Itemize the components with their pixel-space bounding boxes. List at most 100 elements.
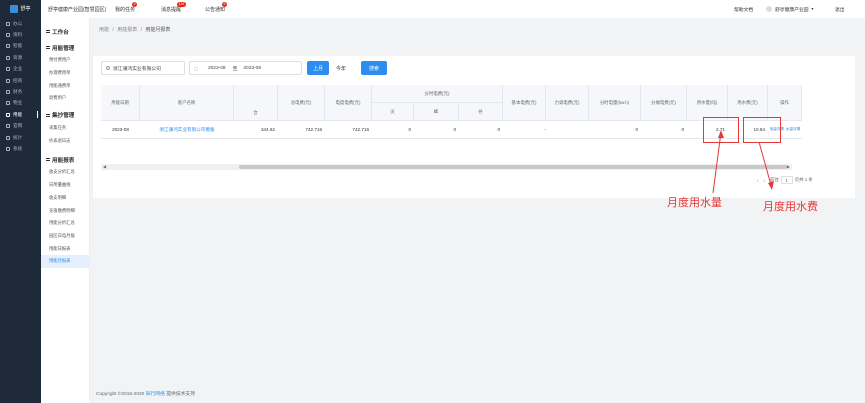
sub-nav-item[interactable]: 预付费用户 xyxy=(41,54,89,67)
main-sidebar: 舒亭 办公 资料 智能 资源 企业 招商 财务 物业 用能 官网 统计 系统 xyxy=(0,0,41,403)
logout-link[interactable]: 退出 xyxy=(835,0,845,18)
sub-nav-item[interactable]: 收支分析汇总 xyxy=(41,166,89,179)
date-end: 2023-08 xyxy=(243,65,261,71)
col-water-fee: 用水费(元) xyxy=(728,85,768,121)
avatar xyxy=(766,6,772,12)
side-nav-label: 用能 xyxy=(13,111,23,117)
scroll-right-icon[interactable]: ▶ xyxy=(787,164,790,169)
breadcrumb-item[interactable]: 用能报表 xyxy=(117,27,137,33)
help-link[interactable]: 帮助文档 xyxy=(734,0,753,18)
cell-customer-link[interactable]: 浙江谦鸿实业有限公司擦备 xyxy=(140,121,234,139)
this-year-button[interactable]: 今年 xyxy=(336,61,346,75)
menu-icon xyxy=(46,158,50,162)
col-time-group: 分时电费(元) xyxy=(372,85,503,103)
radio-icon xyxy=(106,66,110,70)
side-nav-item[interactable]: 招商 xyxy=(0,75,41,86)
prev-month-button[interactable]: 上月 xyxy=(307,61,329,75)
search-button[interactable]: 搜索 xyxy=(361,61,387,75)
side-nav-label: 招商 xyxy=(13,77,23,83)
side-nav-item[interactable]: 统计 xyxy=(0,132,41,143)
side-nav-label: 资源 xyxy=(13,54,23,60)
company-value: 浙江谦鸿实业有限公司 xyxy=(113,66,161,72)
sub-nav-item[interactable]: 用能通费单 xyxy=(41,79,89,92)
side-nav-item[interactable]: 智能 xyxy=(0,41,41,52)
nav-my-tasks[interactable]: 我的任务 9 xyxy=(115,0,137,18)
sub-nav-item[interactable]: 用能分析汇总 xyxy=(41,217,89,230)
cell-total: 344.62 xyxy=(234,121,278,139)
user-menu[interactable]: 舒亭健康产业园 ▼ xyxy=(766,0,814,18)
nav-icon xyxy=(6,78,10,83)
nav-notices[interactable]: 公告通知 9 xyxy=(205,0,227,18)
side-nav-item[interactable]: 用能 xyxy=(0,109,41,120)
breadcrumb-sep: / xyxy=(140,27,142,33)
cell-time-fee: 0 xyxy=(641,121,687,139)
footer-brand[interactable]: 知行网络 xyxy=(146,392,165,397)
col-elec-fee: 总电费(元) xyxy=(278,85,325,121)
water-detail-link[interactable]: 水量详情 xyxy=(786,127,800,132)
side-nav-item[interactable]: 资源 xyxy=(0,52,41,63)
my-tasks-badge: 9 xyxy=(132,1,137,7)
side-nav-label: 物业 xyxy=(13,100,23,106)
side-nav-label: 资料 xyxy=(13,32,23,38)
sub-nav-item[interactable]: 退费用户 xyxy=(41,92,89,105)
cell-elec-fee: 742.716 xyxy=(278,121,325,139)
cell-month: 2023-08 xyxy=(101,121,140,139)
cell-power-factor xyxy=(546,121,589,139)
side-nav-item[interactable]: 办公 xyxy=(0,18,41,29)
footer-copyright: Copyright ©2015-2020 xyxy=(96,392,145,397)
side-nav-label: 财务 xyxy=(13,89,23,95)
nav-my-tasks-label: 我的任务 xyxy=(115,6,136,13)
workbench-link[interactable]: 工作台 xyxy=(41,25,89,38)
menu-icon xyxy=(46,46,50,49)
group-meter-mgmt[interactable]: 集抄管理 xyxy=(41,109,89,122)
cell-peak: 0 xyxy=(372,121,414,139)
col-high: 峰 xyxy=(414,103,459,121)
side-nav-item[interactable]: 官网 xyxy=(0,121,41,132)
cell-high: 0 xyxy=(414,121,459,139)
nav-icon xyxy=(6,101,10,106)
col-customer: 客户名称 xyxy=(140,85,234,121)
col-time-fee: 分摊电费(元) xyxy=(641,85,687,121)
group-energy-report[interactable]: 用能报表 xyxy=(41,153,89,166)
nav-icon xyxy=(6,146,10,151)
side-nav-label: 统计 xyxy=(13,134,23,140)
sub-nav-item[interactable]: 用能月报表 xyxy=(41,254,89,268)
cell-time-kwh: 0 xyxy=(589,121,641,139)
date-range-picker[interactable]: ▢ 2023-08 至 2023-08 xyxy=(189,61,302,75)
nav-icon xyxy=(6,44,10,49)
col-month: 用能日期 xyxy=(101,85,140,121)
sub-nav-item[interactable]: 充值缴费明细 xyxy=(41,204,89,217)
sub-nav-item[interactable]: 用能日报表 xyxy=(41,242,89,255)
side-nav-item[interactable]: 物业 xyxy=(0,98,41,109)
sub-nav-item[interactable]: 办理费用单 xyxy=(41,67,89,80)
side-nav-item[interactable]: 资料 xyxy=(0,29,41,40)
company-select[interactable]: 浙江谦鸿实业有限公司 xyxy=(101,61,185,75)
col-basic: 基本电费(元) xyxy=(503,85,546,121)
cell-basic: - xyxy=(503,121,546,139)
breadcrumb-item[interactable]: 用能 xyxy=(99,27,109,33)
group-meter-mgmt-title: 集抄管理 xyxy=(52,113,75,120)
nav-icon xyxy=(6,33,10,38)
nav-icon xyxy=(6,55,10,60)
report-panel: 浙江谦鸿实业有限公司 ▢ 2023-08 至 2023-08 上月 今年 搜索 … xyxy=(93,56,855,198)
side-nav-item[interactable]: 企业 xyxy=(0,64,41,75)
page-total: 页共 1 条 xyxy=(794,177,813,182)
main-content: 用能 / 用能报表 / 用能月报表 浙江谦鸿实业有限公司 ▢ 2023-08 至… xyxy=(90,18,865,403)
sub-nav-item[interactable]: 收支明细 xyxy=(41,192,89,205)
scroll-left-icon[interactable]: ◀ xyxy=(103,164,106,169)
sub-nav-item[interactable]: 日用量曲线 xyxy=(41,179,89,192)
sub-nav-item[interactable]: 采集任务 xyxy=(41,122,89,135)
footer-support: 提供技术支持 xyxy=(166,392,196,397)
group-energy-mgmt[interactable]: 用能管理 xyxy=(41,41,89,54)
horizontal-scrollbar[interactable]: ◀ ▶ xyxy=(101,164,792,170)
messages-badge: 116 xyxy=(177,1,186,7)
nav-icon xyxy=(6,67,10,72)
side-nav-item[interactable]: 财务 xyxy=(0,86,41,97)
nav-messages[interactable]: 消息提醒 116 xyxy=(161,0,186,18)
system-title: 舒亭健康产业园(智慧园区) xyxy=(48,6,107,13)
breadcrumb-current: 用能月报表 xyxy=(145,27,171,33)
sub-nav-item[interactable]: 抄表退日志 xyxy=(41,134,89,147)
side-nav-label: 智能 xyxy=(13,43,23,49)
sub-nav-item[interactable]: 园区日电月报 xyxy=(41,230,89,243)
side-nav-item[interactable]: 系统 xyxy=(0,143,41,154)
